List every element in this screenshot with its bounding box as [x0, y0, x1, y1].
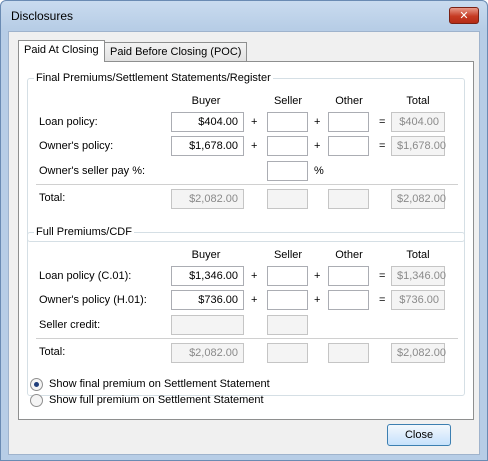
equals-sign: =	[379, 294, 386, 306]
plus-sign: +	[314, 116, 321, 128]
final-premiums-caption: Final Premiums/Settlement Statements/Reg…	[34, 72, 273, 85]
full-loan-label: Loan policy (C.01):	[39, 270, 132, 282]
seller-credit-buyer	[171, 315, 244, 335]
full-loan-buyer-input[interactable]: $1,346.00	[171, 266, 244, 286]
full-col-seller: Seller	[273, 249, 303, 261]
close-button[interactable]: Close	[387, 424, 451, 446]
final-loan-total: $404.00	[391, 112, 445, 132]
full-col-total: Total	[406, 249, 430, 261]
show-full-premium-radio[interactable]	[30, 394, 43, 407]
full-total-other	[328, 343, 369, 363]
final-col-buyer: Buyer	[191, 95, 221, 107]
final-owner-total: $1,678.00	[391, 136, 446, 156]
tab-paid-before-closing[interactable]: Paid Before Closing (POC)	[104, 42, 248, 62]
final-col-total: Total	[406, 95, 430, 107]
final-total-total: $2,082.00	[391, 189, 446, 209]
plus-sign: +	[314, 140, 321, 152]
final-total-seller	[267, 189, 308, 209]
final-owner-buyer-input[interactable]: $1,678.00	[171, 136, 244, 156]
percent-sign: %	[314, 165, 324, 177]
full-loan-seller-input[interactable]	[267, 266, 308, 286]
plus-sign: +	[314, 270, 321, 282]
final-total-buyer: $2,082.00	[171, 189, 244, 209]
equals-sign: =	[379, 270, 386, 282]
full-owner-total: $736.00	[391, 290, 445, 310]
final-owner-seller-input[interactable]	[267, 136, 308, 156]
full-total-seller	[267, 343, 308, 363]
final-loan-other-input[interactable]	[328, 112, 369, 132]
final-premiums-group: Final Premiums/Settlement Statements/Reg…	[27, 72, 465, 242]
seller-credit-seller	[267, 315, 308, 335]
disclosures-window: Disclosures ✕ Paid At Closing Paid Befor…	[0, 0, 488, 461]
plus-sign: +	[251, 116, 258, 128]
final-owner-other-input[interactable]	[328, 136, 369, 156]
seller-pay-input[interactable]	[267, 161, 308, 181]
final-loan-seller-input[interactable]	[267, 112, 308, 132]
full-premiums-caption: Full Premiums/CDF	[34, 226, 134, 239]
final-total-other	[328, 189, 369, 209]
full-loan-total: $1,346.00	[391, 266, 446, 286]
dialog-client: Paid At Closing Paid Before Closing (POC…	[8, 31, 480, 455]
seller-credit-label: Seller credit:	[39, 319, 101, 331]
full-premiums-group: Full Premiums/CDF Buyer Seller Other Tot…	[27, 226, 465, 396]
seller-pay-label: Owner's seller pay %:	[39, 165, 146, 177]
full-col-other: Other	[335, 249, 363, 261]
plus-sign: +	[251, 140, 258, 152]
full-loan-other-input[interactable]	[328, 266, 369, 286]
full-total-buyer: $2,082.00	[171, 343, 244, 363]
full-total-total: $2,082.00	[391, 343, 446, 363]
full-col-buyer: Buyer	[191, 249, 221, 261]
final-loan-label: Loan policy:	[39, 116, 98, 128]
full-owner-other-input[interactable]	[328, 290, 369, 310]
final-separator	[36, 184, 458, 185]
window-title: Disclosures	[11, 9, 74, 23]
show-final-premium-radio[interactable]	[30, 378, 43, 391]
final-total-label: Total:	[39, 192, 66, 204]
title-bar[interactable]: Disclosures ✕	[1, 1, 487, 29]
tab-panel: Final Premiums/Settlement Statements/Reg…	[18, 61, 474, 420]
full-owner-seller-input[interactable]	[267, 290, 308, 310]
tab-paid-at-closing[interactable]: Paid At Closing	[18, 40, 105, 62]
plus-sign: +	[251, 294, 258, 306]
full-owner-label: Owner's policy (H.01):	[39, 294, 147, 306]
equals-sign: =	[379, 116, 386, 128]
full-total-label: Total:	[39, 346, 66, 358]
plus-sign: +	[251, 270, 258, 282]
full-separator	[36, 338, 458, 339]
final-col-other: Other	[335, 95, 363, 107]
equals-sign: =	[379, 140, 386, 152]
show-full-premium-label[interactable]: Show full premium on Settlement Statemen…	[49, 394, 264, 407]
final-loan-buyer-input[interactable]: $404.00	[171, 112, 244, 132]
show-final-premium-label[interactable]: Show final premium on Settlement Stateme…	[49, 378, 270, 391]
plus-sign: +	[314, 294, 321, 306]
final-col-seller: Seller	[273, 95, 303, 107]
full-owner-buyer-input[interactable]: $736.00	[171, 290, 244, 310]
close-icon[interactable]: ✕	[449, 7, 479, 24]
final-owner-label: Owner's policy:	[39, 140, 114, 152]
